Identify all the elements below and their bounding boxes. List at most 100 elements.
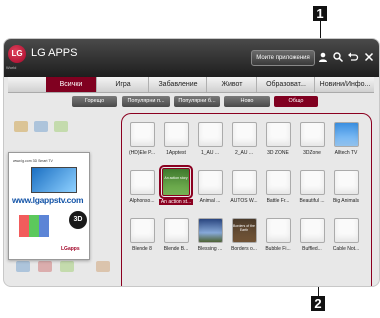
app-icon (299, 170, 325, 195)
app-label: 1Apptest (166, 150, 186, 156)
app-icon (197, 122, 223, 147)
callout-2: 2 (311, 296, 325, 311)
app-icon (231, 122, 257, 147)
app-tile[interactable]: Cable Not... (329, 218, 363, 252)
action-story-icon: An action story (159, 165, 193, 199)
app-icon (299, 122, 325, 147)
app-tile[interactable]: AUTOS W... (227, 170, 261, 204)
filter-popular-paid[interactable]: Популярни п... (122, 96, 170, 107)
app-label: (HD)Ele P... (128, 150, 156, 156)
action-story-caption: An action story (164, 176, 188, 180)
app-label: 3D ZONE (267, 150, 289, 156)
app-label: Blende 8 (132, 246, 152, 252)
app-label: Blende B... (163, 246, 189, 252)
callout-1: 1 (313, 6, 327, 21)
app-label: Blessing ... (197, 246, 223, 252)
my-apps-button[interactable]: Моите приложения (251, 50, 315, 66)
app-icon (265, 122, 291, 147)
promo-blocks-image (19, 215, 49, 237)
background-app-icon (16, 261, 30, 272)
app-tile[interactable]: Blessing ... (193, 218, 227, 252)
background-app-icon (54, 121, 68, 132)
app-icon (231, 170, 257, 195)
filter-total[interactable]: Общо (274, 96, 318, 107)
app-icon (163, 122, 189, 147)
borders-caption: Borders of the Earth (233, 224, 255, 232)
app-tile[interactable]: Alltech TV (329, 122, 363, 156)
app-icon (163, 218, 189, 243)
promo-brand: LGapps (61, 246, 80, 252)
app-tile[interactable]: (HD)Ele P... (125, 122, 159, 156)
app-tile[interactable]: Bubble Fi... (261, 218, 295, 252)
app-tile[interactable]: Animal ... (193, 170, 227, 204)
app-label: An action st... (159, 199, 193, 205)
app-label: Big Animals (332, 198, 360, 204)
background-app-icon (14, 121, 28, 132)
app-tile[interactable]: Big Animals (329, 170, 363, 204)
app-label: Alphonso... (129, 198, 155, 204)
app-icon (333, 218, 359, 243)
app-tile[interactable]: Battle Fr... (261, 170, 295, 204)
app-icon (129, 218, 155, 243)
app-label: Borders o... (231, 246, 257, 252)
tab-games[interactable]: Игра (96, 77, 149, 92)
tab-entertainment[interactable]: Забавление (148, 77, 207, 92)
background-app-icon (60, 261, 74, 272)
app-tile[interactable]: Blende 8 (125, 218, 159, 252)
app-tile[interactable]: Buffled... (295, 218, 329, 252)
app-icon (299, 218, 325, 243)
filter-new[interactable]: Ново (224, 96, 270, 107)
app-label: Alltech TV (334, 150, 358, 156)
filter-hot[interactable]: Горещо (72, 96, 117, 107)
app-label: 1_AU ... (200, 150, 220, 156)
background-app-icon (34, 121, 48, 132)
app-title: LG APPS (31, 47, 78, 59)
alltech-tv-icon (333, 122, 359, 147)
lg-logo-icon: LG (8, 45, 26, 63)
world-label: World (6, 65, 17, 70)
top-bar: LG World LG APPS Моите приложения (4, 39, 379, 77)
app-icon (129, 122, 155, 147)
app-label: AUTOS W... (230, 198, 258, 204)
app-tile[interactable]: Borders of the Earth Borders o... (227, 218, 261, 252)
filter-popular-free[interactable]: Популярни б... (174, 96, 220, 107)
app-label: Cable Not... (332, 246, 360, 252)
app-tile-selected[interactable]: An action story An action st... (159, 165, 193, 205)
promo-tv-image (31, 167, 77, 193)
promo-3d-badge: 3D (69, 211, 87, 229)
app-icon (197, 170, 223, 195)
app-label: 3DZone (303, 150, 321, 156)
search-icon[interactable] (332, 51, 344, 63)
user-icon[interactable] (317, 51, 329, 63)
back-icon[interactable] (347, 51, 359, 63)
tab-all[interactable]: Всички (46, 77, 96, 92)
app-label: Battle Fr... (266, 198, 290, 204)
app-icon (265, 170, 291, 195)
background-app-icon (96, 261, 110, 272)
app-tile[interactable]: 3DZone (295, 122, 329, 156)
promo-banner[interactable]: www.lg.com 3D Smart TV www.lgappstv.com … (8, 152, 90, 260)
category-tabs: Всички Игра Забавление Живот Образоват..… (8, 77, 374, 93)
app-tile[interactable]: Blende B... (159, 218, 193, 252)
tv-screen: LG World LG APPS Моите приложения Всички… (3, 38, 380, 287)
tab-education[interactable]: Образоват... (256, 77, 315, 92)
app-tile[interactable]: 2_AU ... (227, 122, 261, 156)
app-label: Bubble Fi... (265, 246, 291, 252)
close-icon[interactable] (363, 51, 375, 63)
tab-life[interactable]: Живот (206, 77, 257, 92)
app-icon (333, 170, 359, 195)
promo-url: www.lgappstv.com (12, 195, 84, 205)
blessing-icon (197, 218, 223, 243)
tab-news[interactable]: Новини/Инфо... (314, 77, 375, 92)
app-tile[interactable]: 1_AU ... (193, 122, 227, 156)
app-tile[interactable]: Alphonso... (125, 170, 159, 204)
app-label: Animal ... (199, 198, 221, 204)
app-tile[interactable]: 3D ZONE (261, 122, 295, 156)
app-icon (129, 170, 155, 195)
borders-icon: Borders of the Earth (231, 218, 257, 243)
promo-top-text: www.lg.com 3D Smart TV (13, 159, 53, 163)
app-label: Beautiful ... (299, 198, 325, 204)
app-tile[interactable]: 1Apptest (159, 122, 193, 156)
background-app-icon (38, 261, 52, 272)
app-tile[interactable]: Beautiful ... (295, 170, 329, 204)
